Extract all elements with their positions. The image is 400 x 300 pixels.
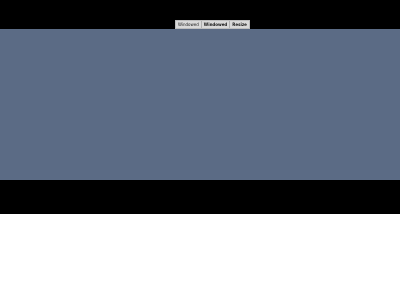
menu-item-windowed-1[interactable]: Windowed bbox=[176, 21, 201, 28]
screen: Windowed Windowed Resize bbox=[0, 0, 400, 300]
display-mode-menu: Windowed Windowed Resize bbox=[175, 20, 250, 29]
menu-item-resize[interactable]: Resize bbox=[229, 21, 249, 28]
bottom-letterbox bbox=[0, 180, 400, 214]
menu-item-windowed-2[interactable]: Windowed bbox=[200, 21, 230, 28]
game-canvas[interactable] bbox=[0, 29, 400, 180]
page-background bbox=[0, 214, 400, 300]
